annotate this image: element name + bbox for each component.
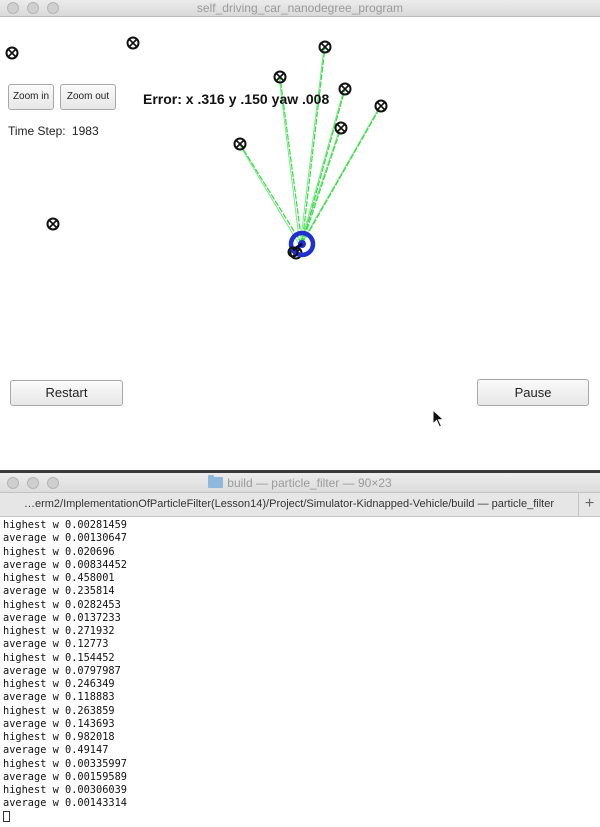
landmark-icon: [334, 121, 348, 135]
zoom-in-button[interactable]: Zoom in: [8, 84, 54, 110]
terminal-line: average w 0.00130647: [3, 532, 127, 545]
terminal-line: highest w 0.982018: [3, 731, 115, 743]
terminal-line: highest w 0.263859: [3, 704, 115, 717]
folder-icon: [208, 475, 224, 488]
terminal-line: highest w 0.020696: [3, 545, 115, 558]
terminal-line: average w 0.00834452: [3, 558, 127, 571]
terminal-line: average w 0.00143314: [3, 797, 127, 810]
terminal-line: highest w 0.271932: [3, 625, 115, 637]
terminal-tab-bar: …erm2/ImplementationOfParticleFilter(Les…: [0, 493, 600, 517]
landmarks: [5, 36, 388, 260]
terminal-line: highest w 0.00306039: [3, 784, 127, 796]
landmark-icon: [318, 40, 332, 54]
observation-line: [239, 143, 303, 245]
pause-button[interactable]: Pause: [477, 379, 589, 406]
landmark-icon: [233, 137, 247, 151]
time-step-label: Time Step:: [8, 124, 66, 138]
terminal-line: average w 0.49147: [3, 744, 109, 757]
landmark-icon: [46, 217, 60, 231]
terminal-window-title: build — particle_filter — 90×23: [0, 475, 600, 490]
observation-lines: [238, 46, 382, 247]
terminal-line: average w 0.00159589: [3, 770, 127, 783]
observation-line: [301, 46, 326, 245]
terminal-line: highest w 0.458001: [3, 572, 115, 584]
landmark-icon: [273, 70, 287, 84]
terminal-cursor: [3, 810, 10, 822]
simulator-window: self_driving_car_nanodegree_program Zoom…: [0, 0, 600, 470]
terminal-output[interactable]: highest w 0.00281459 average w 0.00130647…: [3, 519, 597, 825]
simulator-titlebar: self_driving_car_nanodegree_program: [0, 0, 600, 17]
terminal-line: highest w 0.00281459: [3, 519, 127, 531]
terminal-titlebar: build — particle_filter — 90×23: [0, 473, 600, 493]
terminal-line: average w 0.118883: [3, 691, 115, 704]
error-y: y .150: [228, 91, 268, 107]
mouse-pointer-icon: [432, 409, 445, 428]
error-x: Error: x .316: [143, 91, 225, 107]
terminal-line: highest w 0.246349: [3, 678, 115, 690]
terminal-line: average w 0.235814: [3, 585, 115, 598]
terminal-window: build — particle_filter — 90×23 …erm2/Im…: [0, 473, 600, 827]
terminal-line: average w 0.0137233: [3, 611, 121, 624]
terminal-line: average w 0.12773: [3, 638, 109, 651]
observation-line: [299, 46, 325, 247]
terminal-line: average w 0.0797987: [3, 664, 121, 677]
error-yaw: yaw .008: [271, 91, 330, 107]
simulator-window-title: self_driving_car_nanodegree_program: [196, 1, 404, 15]
terminal-line: highest w 0.0282453: [3, 598, 121, 611]
landmark-icon: [374, 99, 388, 113]
terminal-prompt: [3, 810, 597, 824]
terminal-line: highest w 0.00335997: [3, 757, 127, 770]
terminal-tab[interactable]: …erm2/ImplementationOfParticleFilter(Les…: [0, 498, 578, 510]
landmark-icon: [5, 46, 19, 60]
landmark-icon: [338, 82, 352, 96]
terminal-line: highest w 0.154452: [3, 651, 115, 664]
terminal-line: average w 0.143693: [3, 717, 115, 730]
landmark-icon: [126, 36, 140, 50]
time-step-display: Time Step: 1983: [8, 124, 99, 138]
restart-button[interactable]: Restart: [10, 380, 123, 406]
observation-line: [299, 88, 345, 247]
new-tab-button[interactable]: +: [578, 493, 600, 517]
observation-line: [301, 127, 342, 245]
error-display: Error: x .316 y .150 yaw .008: [143, 91, 333, 107]
time-step-value: 1983: [71, 124, 99, 138]
zoom-out-button[interactable]: Zoom out: [60, 84, 116, 110]
